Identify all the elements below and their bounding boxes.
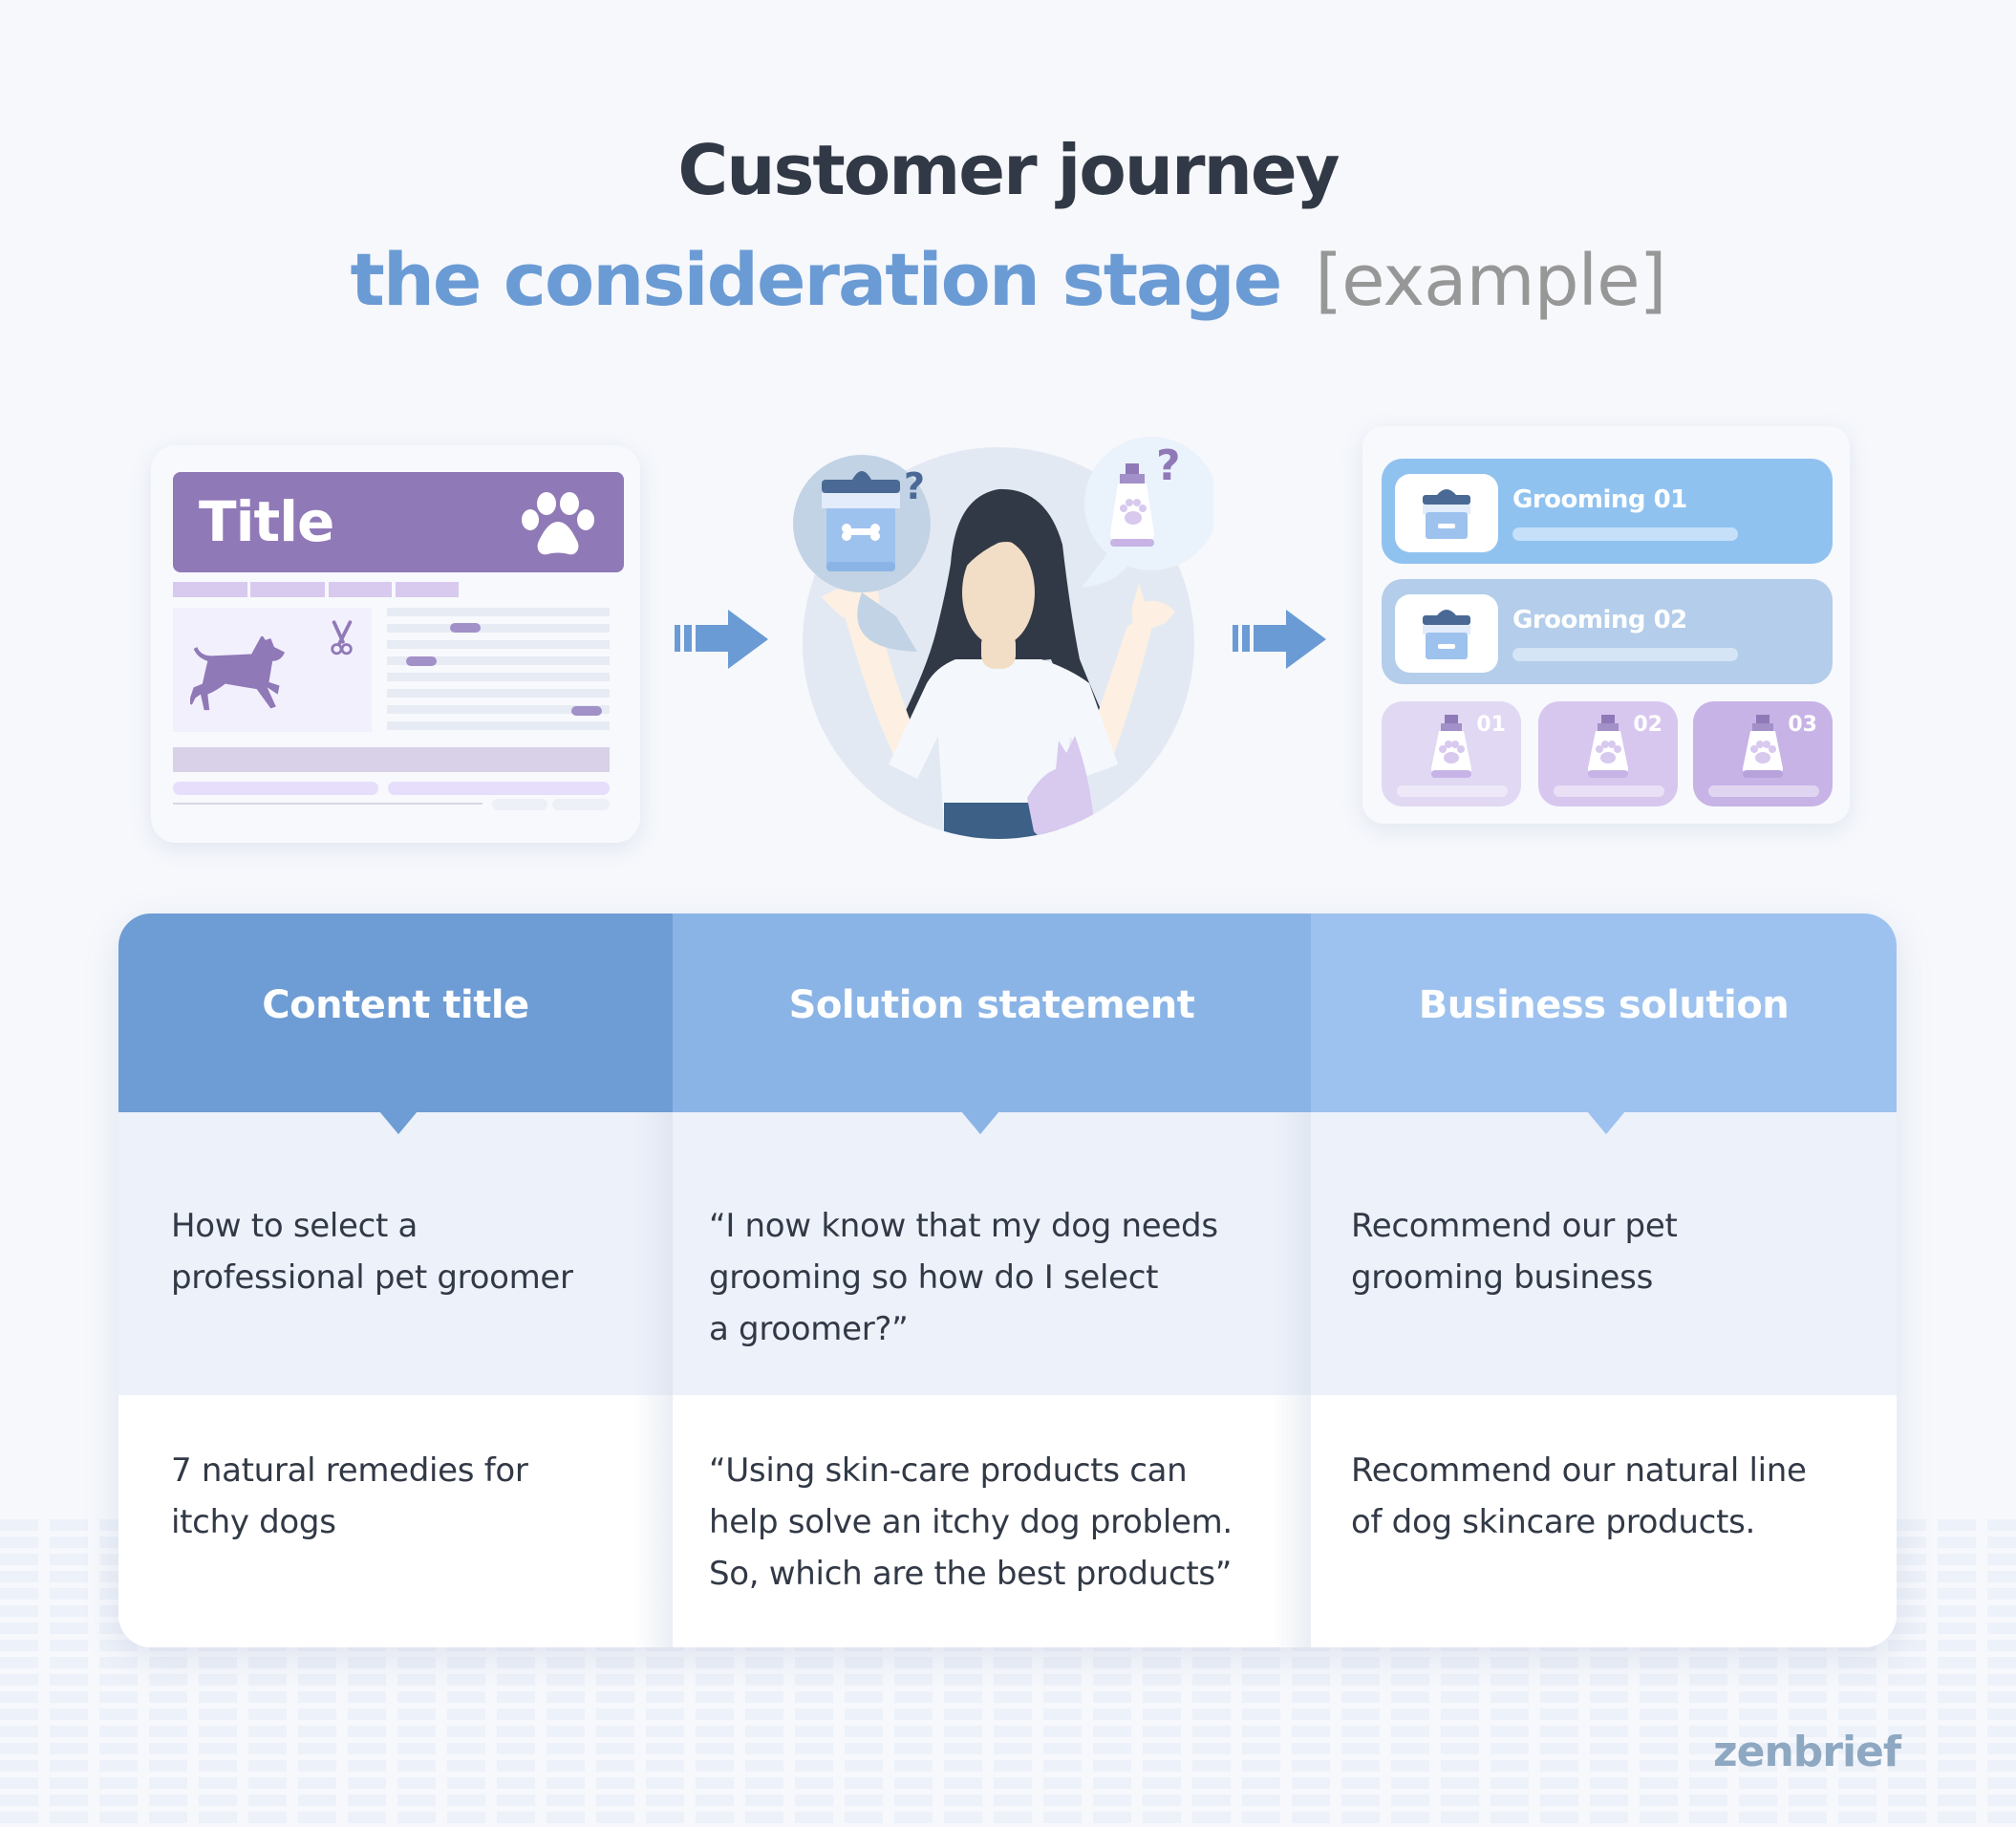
column-header-label: Business solution	[1418, 983, 1790, 1027]
shampoo-bottle-icon	[1743, 715, 1783, 778]
column-header-label: Solution statement	[788, 983, 1195, 1027]
product-bar	[1554, 785, 1664, 797]
column-header-label: Content title	[262, 983, 529, 1027]
content-card-illustration: Title	[151, 445, 640, 843]
button-placeholder	[388, 782, 610, 795]
text-line-placeholder	[387, 640, 610, 649]
divider	[173, 803, 483, 805]
page-title: Customer journey	[677, 130, 1340, 210]
product-bar	[1397, 785, 1508, 797]
subtitle-example: [example]	[1315, 240, 1666, 322]
shampoo-bottle-icon	[1588, 715, 1628, 778]
scissors-icon	[331, 620, 353, 656]
tab-placeholder	[396, 582, 459, 597]
text-line-placeholder	[387, 608, 610, 616]
pet-shop-icon	[1423, 610, 1470, 659]
paw-icon	[522, 492, 594, 555]
table-cell: “Using skin-care products can help solve…	[709, 1451, 1233, 1593]
column-header: Business solution	[1311, 914, 1897, 1112]
text-line-placeholder	[387, 673, 610, 681]
column-header: Solution statement	[673, 914, 1311, 1112]
image-placeholder	[173, 608, 372, 732]
text-line-placeholder	[387, 721, 610, 730]
tab-placeholder	[173, 582, 247, 597]
content-card-title: Title	[199, 489, 334, 554]
table-cell: Recommend our pet grooming business	[1351, 1207, 1678, 1297]
column-content-title: Content title How to select a profession…	[118, 914, 673, 1647]
arrow-right-icon	[675, 610, 768, 669]
subtitle-stage: the consideration stage	[350, 237, 1282, 322]
service-label: Grooming 02	[1512, 606, 1687, 634]
column-solution-statement: Solution statement “I now know that my d…	[673, 914, 1311, 1647]
highlight-pill	[450, 623, 481, 633]
question-mark-icon: ?	[1156, 441, 1181, 490]
product-bar	[1708, 785, 1819, 797]
confused-customer-illustration: ? ?	[793, 437, 1213, 839]
column-pointer	[1587, 1111, 1625, 1134]
highlight-pill	[406, 656, 437, 666]
tab-placeholder	[329, 582, 392, 597]
column-pointer	[379, 1111, 418, 1134]
table-cell: Recommend our natural line of dog skinca…	[1351, 1451, 1807, 1541]
product-number: 02	[1633, 713, 1662, 737]
tab-placeholder	[250, 582, 325, 597]
product-number: 03	[1788, 713, 1817, 737]
service-label: Grooming 01	[1512, 485, 1687, 514]
service-bar	[1512, 527, 1738, 541]
service-card: Grooming 02	[1382, 579, 1833, 684]
business-panel-illustration: Grooming 01 Grooming 02 01 02 03	[1362, 426, 1850, 824]
product-tile: 03	[1693, 701, 1833, 806]
product-number: 01	[1476, 713, 1506, 737]
thought-bubble-shampoo: ?	[1082, 437, 1213, 588]
shampoo-bottle-icon	[1431, 715, 1471, 778]
journey-table: Content title How to select a profession…	[118, 914, 1897, 1647]
product-tile: 01	[1382, 701, 1521, 806]
text-line-placeholder	[387, 689, 610, 698]
table-cell: 7 natural remedies for itchy dogs	[171, 1451, 528, 1541]
column-header: Content title	[118, 914, 673, 1112]
brand-logo: zenbrief	[1713, 1728, 1901, 1776]
pet-shop-icon	[1423, 489, 1470, 539]
footer-placeholder	[492, 799, 547, 810]
text-line-placeholder	[387, 624, 610, 633]
dog-icon	[190, 636, 285, 711]
content-card-title-bar: Title	[173, 472, 624, 572]
table-cell: “I now know that my dog needs grooming s…	[709, 1207, 1218, 1348]
arrow-right-icon	[1233, 610, 1326, 669]
column-business-solution: Business solution Recommend our pet groo…	[1311, 914, 1897, 1647]
page-subtitle: the consideration stage [example]	[0, 227, 2016, 354]
service-card: Grooming 01	[1382, 459, 1833, 564]
button-placeholder	[173, 782, 378, 795]
footer-placeholder	[552, 799, 610, 810]
table-cell: How to select a professional pet groomer	[171, 1207, 573, 1297]
product-tile: 02	[1538, 701, 1678, 806]
highlight-pill	[571, 706, 602, 716]
banner-placeholder	[173, 747, 610, 772]
service-bar	[1512, 648, 1738, 661]
question-mark-icon: ?	[904, 465, 925, 507]
pet-shop-icon	[822, 471, 900, 571]
column-pointer	[961, 1111, 999, 1134]
